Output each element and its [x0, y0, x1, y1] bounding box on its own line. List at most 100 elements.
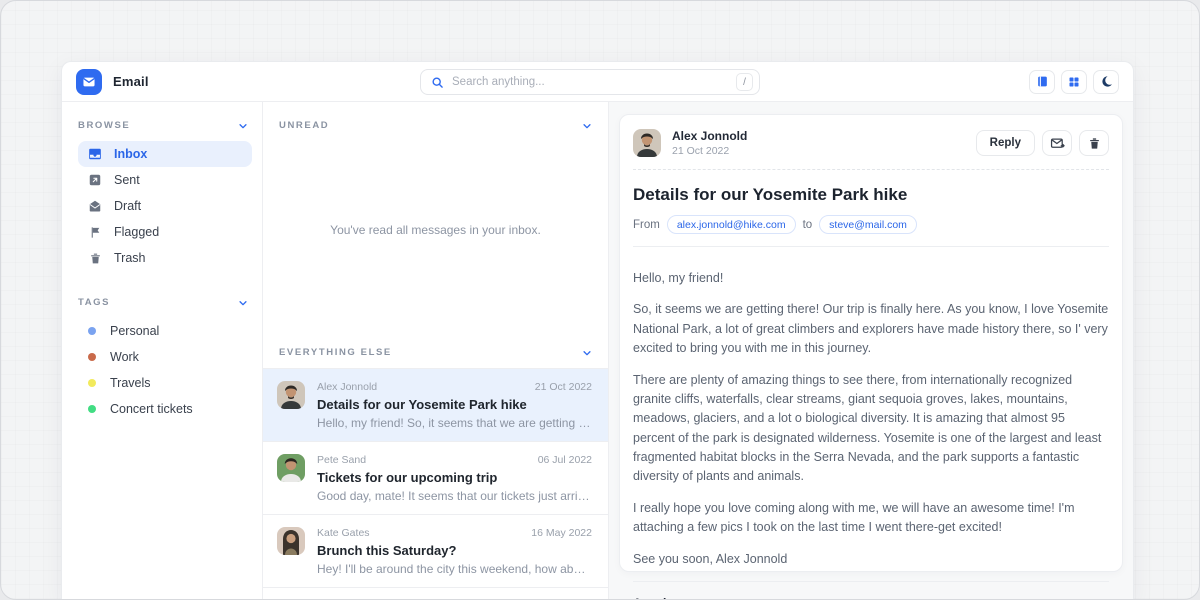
email-sender: Pete Sand: [317, 454, 366, 466]
email-row-pete-sand[interactable]: Pete Sand 06 Jul 2022 Tickets for our up…: [263, 442, 608, 515]
email-subject: Tickets for our upcoming trip: [317, 470, 592, 485]
app-brand: Email: [76, 69, 149, 95]
email-date: 06 Jul 2022: [538, 454, 592, 466]
email-row-content: Alex Jonnold 21 Oct 2022 Details for our…: [317, 381, 592, 430]
email-subject: Brunch this Saturday?: [317, 543, 592, 558]
email-row-kate-gates[interactable]: Kate Gates 16 May 2022 Brunch this Satur…: [263, 515, 608, 588]
tag-dot-icon: [88, 379, 96, 387]
email-row-content: Pete Sand 06 Jul 2022 Tickets for our up…: [317, 454, 592, 503]
detail-date: 21 Oct 2022: [672, 145, 747, 157]
everything-else-section-header[interactable]: EVERYTHING ELSE: [263, 329, 608, 358]
browse-items: Inbox Sent Draft: [78, 141, 252, 271]
search-input[interactable]: [452, 76, 728, 88]
tag-dot-icon: [88, 327, 96, 335]
sidebar-item-label: Draft: [114, 199, 141, 213]
sidebar-item-label: Trash: [114, 251, 146, 265]
trash-icon: [1088, 137, 1101, 150]
tag-dot-icon: [88, 405, 96, 413]
sidebar-item-draft[interactable]: Draft: [78, 193, 252, 219]
tags-label: TAGS: [78, 297, 110, 308]
avatar: [277, 381, 305, 409]
header-divider: [633, 169, 1109, 170]
main-columns: BROWSE Inbox: [62, 102, 1133, 600]
mail-list-column: UNREAD You've read all messages in your …: [262, 102, 609, 600]
detail-subject: Details for our Yosemite Park hike: [633, 185, 1109, 205]
body-paragraph: I really hope you love coming along with…: [633, 499, 1109, 538]
delete-mail-button[interactable]: [1079, 130, 1109, 156]
unread-empty-message: You've read all messages in your inbox.: [263, 131, 608, 329]
draft-icon: [88, 199, 102, 213]
avatar: [633, 129, 661, 157]
book-button[interactable]: [1029, 70, 1055, 94]
moon-icon: [1100, 75, 1113, 88]
attachments-divider: [633, 581, 1109, 582]
unread-section-header[interactable]: UNREAD: [263, 102, 608, 131]
email-body: Hello, my friend! So, it seems we are ge…: [633, 259, 1109, 569]
sidebar-item-label: Inbox: [114, 147, 147, 161]
sent-icon: [88, 173, 102, 187]
detail-header: Alex Jonnold 21 Oct 2022 Reply: [633, 129, 1109, 157]
to-label: to: [803, 219, 813, 231]
detail-sender-name: Alex Jonnold: [672, 129, 747, 143]
subject-divider: [633, 246, 1109, 247]
tag-items: Personal Work Travels Concert ticke: [78, 318, 252, 422]
tag-label: Work: [110, 350, 139, 364]
tag-label: Travels: [110, 376, 151, 390]
email-sender: Alex Jonnold: [317, 381, 377, 393]
forward-mail-button[interactable]: [1042, 130, 1072, 156]
sidebar-item-flagged[interactable]: Flagged: [78, 219, 252, 245]
from-email-pill[interactable]: alex.jonnold@hike.com: [667, 215, 796, 234]
avatar: [277, 527, 305, 555]
attachments-label: Attachments: [633, 596, 1109, 600]
to-email-pill[interactable]: steve@mail.com: [819, 215, 917, 234]
tag-item-personal[interactable]: Personal: [78, 318, 252, 344]
tag-dot-icon: [88, 353, 96, 361]
browse-section-header[interactable]: BROWSE: [78, 120, 252, 131]
email-logo-icon: [76, 69, 102, 95]
browse-label: BROWSE: [78, 120, 130, 131]
email-snippet: Good day, mate! It seems that our ticket…: [317, 489, 592, 503]
tags-section-header[interactable]: TAGS: [78, 297, 252, 308]
search-bar[interactable]: /: [420, 69, 760, 95]
avatar: [277, 454, 305, 482]
email-detail-panel: Alex Jonnold 21 Oct 2022 Reply: [609, 102, 1133, 600]
apps-grid-button[interactable]: [1061, 70, 1087, 94]
tags-section: TAGS Personal Work: [78, 297, 252, 422]
dark-mode-button[interactable]: [1093, 70, 1119, 94]
from-label: From: [633, 219, 660, 231]
search-shortcut-hint: /: [736, 73, 753, 91]
body-paragraph: There are plenty of amazing things to se…: [633, 371, 1109, 487]
email-snippet: Hello, my friend! So, it seems that we a…: [317, 416, 592, 430]
sidebar-item-sent[interactable]: Sent: [78, 167, 252, 193]
email-row-alex-jonnold[interactable]: Alex Jonnold 21 Oct 2022 Details for our…: [263, 369, 608, 442]
email-subject: Details for our Yosemite Park hike: [317, 397, 592, 412]
book-icon: [1036, 75, 1049, 88]
email-detail-card: Alex Jonnold 21 Oct 2022 Reply: [619, 114, 1123, 572]
chevron-down-icon[interactable]: [238, 298, 248, 308]
chevron-down-icon[interactable]: [238, 121, 248, 131]
sidebar-item-inbox[interactable]: Inbox: [78, 141, 252, 167]
sidebar-item-label: Flagged: [114, 225, 159, 239]
body-paragraph: See you soon, Alex Jonnold: [633, 550, 1109, 569]
unread-label: UNREAD: [279, 120, 329, 131]
reply-button[interactable]: Reply: [976, 130, 1035, 156]
grid-icon: [1068, 76, 1080, 88]
tag-item-work[interactable]: Work: [78, 344, 252, 370]
chevron-down-icon[interactable]: [582, 121, 592, 131]
detail-actions: Reply: [976, 130, 1109, 156]
email-rows: Alex Jonnold 21 Oct 2022 Details for our…: [263, 368, 608, 588]
chevron-down-icon[interactable]: [582, 348, 592, 358]
app-title: Email: [113, 74, 149, 89]
topbar-actions: [1029, 70, 1119, 94]
mail-forward-icon: [1050, 136, 1065, 151]
tag-item-concert-tickets[interactable]: Concert tickets: [78, 396, 252, 422]
trash-icon: [88, 252, 102, 265]
email-row-content: Kate Gates 16 May 2022 Brunch this Satur…: [317, 527, 592, 576]
tag-label: Concert tickets: [110, 402, 193, 416]
everything-else-label: EVERYTHING ELSE: [279, 347, 392, 358]
from-to-row: From alex.jonnold@hike.com to steve@mail…: [633, 215, 1109, 234]
desktop-background: Email /: [0, 0, 1200, 600]
sidebar-item-trash[interactable]: Trash: [78, 245, 252, 271]
body-paragraph: Hello, my friend!: [633, 269, 1109, 288]
tag-item-travels[interactable]: Travels: [78, 370, 252, 396]
